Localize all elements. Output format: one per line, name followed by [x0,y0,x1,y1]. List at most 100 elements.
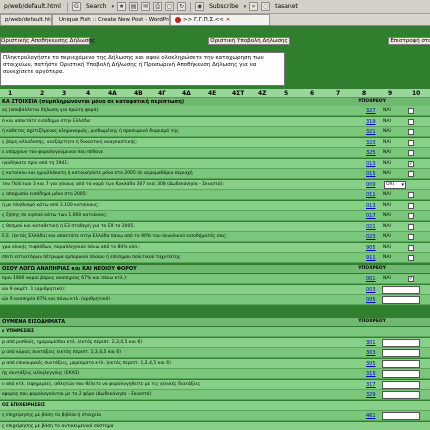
row-input[interactable] [382,380,420,389]
refresh-icon[interactable]: ↻ [177,2,187,11]
col-10: 10 [412,89,421,97]
col-4z: 4Z [258,89,267,97]
user-icon[interactable]: ◌ [261,2,271,11]
row-label: ος (υποβάλλεται δήλωση για πρώτη φορά). [2,108,100,113]
row-label: ς ζήσης σε νησιού κάτω των 1.000 κατοίκο… [2,213,108,218]
row-checkbox[interactable] [408,129,414,135]
tab-wordpress[interactable]: Unique Fish :: Create New Post - WordPre… [52,14,170,25]
chevron-down-icon[interactable]: ▾ [244,4,247,10]
row-label: ών 9 ακμέτ. 1 (αριθμητικό): [2,286,66,292]
row-input[interactable] [382,296,420,304]
table-row: ών 9 αναπηρία 67% και πάνω κτλ. (αριθμητ… [0,295,430,305]
final-save-button[interactable]: Οριστικής Αποθήκευσης Δήλωσης [0,37,95,45]
tab-ggps[interactable]: >> Γ.Γ.Π.Σ.<< ✕ [170,14,270,25]
row-code-link[interactable]: 001 [366,274,376,284]
row-checkbox[interactable] [408,234,414,240]
row-label: ς κατοίκου και ημιαλλόκατη ή κατοικήσατε… [2,171,193,176]
row-code-link[interactable]: 005 [366,295,376,305]
mail-icon[interactable]: ✉ [141,2,151,11]
rss-icon[interactable]: ◉ [195,2,205,11]
row-label: ρ από επικουρικές συντάξεις, μερίσματα κ… [2,360,171,366]
row-input[interactable] [382,412,420,420]
row-checkbox[interactable] [408,171,414,177]
row-checkbox[interactable]: ✓ [408,160,414,167]
row-code-link[interactable]: 003 [366,285,376,295]
arrow-icon[interactable]: » [249,2,259,11]
row-code-link[interactable]: 905 [366,243,376,253]
row-code-link[interactable]: 009 [366,180,376,190]
section-title-text: ΟΣΟΥ ΛΟΓΩ ΑΝΑΠΗΡΙΑΣ και ΚΑΙ ΝΕΟΙΟΥ ΦΟΡΟΥ [2,266,137,272]
col-4a: 4A [108,89,117,97]
page-icon[interactable]: ▤ [129,2,139,11]
bookmark-icon[interactable]: ★ [117,2,127,11]
row-checkbox[interactable] [408,223,414,230]
table-row: ό και αποκτάτε εισόδημα στην Ελλάδα: 319 Ν… [0,116,430,127]
address-text[interactable]: p/web/default.html [2,2,63,12]
row-input[interactable] [382,285,420,294]
row-code-link[interactable]: 319 [366,117,376,127]
row-code-link[interactable]: 323 [366,138,376,148]
return-button[interactable]: Επιστροφή στο [388,37,430,45]
row-input[interactable] [382,391,420,399]
row-input[interactable] [382,370,420,378]
row-input[interactable] [382,359,420,368]
row-code-link[interactable]: 023 [366,232,376,242]
row-label: ς επιχείρησης με βάση το αντικειμενικό σ… [2,423,114,429]
row-code-link[interactable]: 305 [366,359,376,369]
row-input[interactable] [382,338,420,347]
row-code-link[interactable]: 325 [366,148,376,158]
browser-toolbar: p/web/default.html G Search ▾ ★ ▤ ✉ ⎙ ▢ … [0,0,430,14]
col-7: 7 [336,89,341,97]
row-checkbox[interactable] [408,192,414,198]
tab-default[interactable]: p/web/default.html [0,14,52,25]
row-code-link[interactable]: 015 [366,169,376,179]
row-checkbox[interactable]: ✓ [408,276,414,282]
table-row: ς ζήσης σε νησιού κάτω των 1.000 κατοίκο… [0,211,430,221]
row-value: ΝΑΙ [383,160,391,166]
row-label: ό και αποκτάτε εισόδημα στην Ελλάδα: [2,118,92,124]
final-submit-button[interactable]: Οριστική Υποβολή Δήλωσης [208,37,290,45]
row-checkbox[interactable] [408,150,414,156]
row-label: ς αποχωσία εισόδημα μόνο στο 2005: [2,192,88,197]
row-code-link[interactable]: 321 [366,127,376,137]
row-input[interactable] [382,349,420,357]
section-title-income: ΟΥΜΕΝΑ ΕΙΣΟΔΗΜΑΤΑ ΥΠΟΧΡΕΟΥ [0,318,430,326]
row-checkbox[interactable] [408,244,414,251]
print-icon[interactable]: ⎙ [153,2,163,11]
row-select[interactable]: ΟΧΙ [384,180,406,189]
separator [190,1,192,12]
row-checkbox[interactable] [408,202,414,209]
row-code-link[interactable]: 329 [366,390,376,400]
row-checkbox[interactable] [408,118,414,125]
window-icon[interactable]: ▢ [165,2,175,11]
col-5: 5 [284,89,289,97]
row-label: ρ από κύριες συντάξεις (εκτός περιπτ. 1,… [2,350,122,355]
row-code-link[interactable]: 301 [366,338,376,348]
close-icon[interactable]: ✕ [226,15,230,25]
row-code-link[interactable]: 327 [366,106,376,116]
row-checkbox[interactable] [408,108,414,114]
row-code-link[interactable]: 315 [366,369,376,379]
table-row: εφορος που φορολογούνται με το 2 φόρο (Δ… [0,390,430,400]
table-row: σπιτί εστιατόρων πέτρωμα εμπορικού πλοίο… [0,253,430,263]
google-icon[interactable]: G [71,2,81,11]
row-code-link[interactable]: 013 [366,201,376,211]
row-code-link[interactable]: 303 [366,348,376,358]
row-code-link[interactable]: 911 [366,253,376,263]
row-code-link[interactable]: 317 [366,380,376,390]
row-label: ς θεσμού και καταθετική ή Ε3 σταθερή για… [2,223,135,229]
account-label[interactable]: tasanet [273,2,300,12]
row-checkbox[interactable] [408,255,414,261]
row-code-link[interactable]: 013 [366,159,376,169]
row-code-link[interactable]: 011 [366,190,376,200]
row-code-link[interactable]: 017 [366,211,376,221]
row-code-link[interactable]: 461 [366,411,376,421]
row-checkbox[interactable] [408,213,414,219]
col-4d: 4Δ [182,89,191,97]
chevron-down-icon[interactable]: ▾ [112,4,115,10]
row-checkbox[interactable] [408,139,414,146]
row-value: ΝΑΙ [383,171,391,176]
subscribe-button[interactable]: Subscribe [207,2,240,12]
search-button[interactable]: Search [84,2,109,12]
row-code-link[interactable]: 021 [366,222,376,232]
